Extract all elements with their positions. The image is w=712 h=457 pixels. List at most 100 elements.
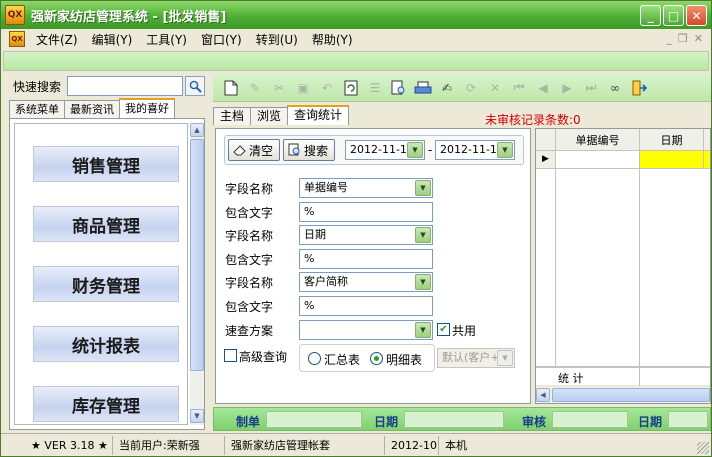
tab-master[interactable]: 主档	[213, 107, 252, 125]
clear-button[interactable]: 清空	[228, 139, 280, 161]
tile-product-management[interactable]: 商品管理	[33, 206, 179, 242]
tab-system-menu[interactable]: 系统菜单	[9, 100, 65, 118]
menu-edit[interactable]: 编辑(Y)	[85, 31, 140, 48]
scroll-left-icon[interactable]: ◀	[536, 388, 550, 402]
contains-text-input-1[interactable]: %	[299, 202, 433, 222]
status-location: 本机	[445, 438, 467, 452]
grid-hscrollbar[interactable]: ◀	[536, 387, 710, 403]
contains-text-input-2[interactable]: %	[299, 249, 433, 269]
grid-footer: 统 计	[536, 367, 710, 386]
chevron-down-icon[interactable]: ▼	[415, 322, 431, 338]
grid-body[interactable]	[536, 169, 710, 367]
cell-date-active[interactable]	[640, 151, 704, 169]
shared-checkbox[interactable]: ✔	[437, 323, 450, 336]
delete-icon[interactable]: ✕	[485, 78, 505, 98]
last-record-icon[interactable]: ⏭	[581, 78, 601, 98]
quick-search-button[interactable]	[185, 76, 205, 96]
date-from-picker[interactable]: 2012-11-12 ▼	[345, 140, 425, 160]
exit-icon[interactable]	[629, 78, 649, 98]
audit-date-label: 日期	[638, 415, 663, 429]
tile-inventory-management[interactable]: 库存管理	[33, 386, 179, 422]
menu-goto[interactable]: 转到(U)	[249, 31, 305, 48]
maximize-button[interactable]: □	[663, 5, 684, 26]
first-record-icon[interactable]: ⏮	[509, 78, 529, 98]
contains-text-label-3: 包含文字	[225, 300, 274, 314]
preview-icon[interactable]	[389, 78, 409, 98]
minimize-button[interactable]: _	[640, 5, 661, 26]
detail-radio[interactable]	[370, 352, 383, 365]
sync-icon[interactable]: ⟳	[461, 78, 481, 98]
cell-doc-no[interactable]	[556, 151, 640, 169]
menu-file[interactable]: 文件(Z)	[29, 31, 85, 48]
field-name-select-3[interactable]: 客户简称 ▼	[299, 272, 433, 292]
tile-scrollbar[interactable]: ▲ ▼	[190, 123, 204, 425]
close-button[interactable]: ✕	[686, 5, 707, 26]
scroll-up-icon[interactable]: ▲	[190, 123, 204, 137]
chevron-down-icon: ▼	[497, 350, 513, 366]
date-to-picker[interactable]: 2012-11-12 ▼	[435, 140, 515, 160]
summary-label: 汇总表	[324, 353, 361, 367]
status-version: ★ VER 3.18 ★	[1, 435, 113, 455]
cut-icon[interactable]: ✂	[269, 78, 289, 98]
audit-label: 审核	[522, 415, 547, 429]
tile-sales-management[interactable]: 销售管理	[33, 146, 179, 182]
tab-latest-news[interactable]: 最新资讯	[64, 100, 120, 118]
field-name-label-1: 字段名称	[225, 182, 274, 196]
new-document-icon[interactable]	[221, 78, 241, 98]
tab-browse[interactable]: 浏览	[250, 107, 289, 125]
mdi-minimize-icon[interactable]: _	[666, 32, 672, 45]
chevron-down-icon[interactable]: ▼	[415, 274, 431, 290]
save-icon[interactable]: ▣	[293, 78, 313, 98]
menu-app-icon[interactable]: QX	[9, 31, 25, 47]
resize-grip-icon[interactable]	[697, 442, 709, 454]
summary-radio[interactable]	[308, 352, 321, 365]
menu-tools[interactable]: 工具(Y)	[139, 31, 194, 48]
mdi-restore-icon[interactable]: ❐	[678, 32, 688, 45]
print-icon[interactable]	[413, 78, 433, 98]
search-button[interactable]: 搜索	[283, 139, 335, 161]
main-tabs: 主档 浏览 查询统计	[213, 105, 350, 125]
menu-help[interactable]: 帮助(Y)	[305, 31, 360, 48]
date-separator: -	[428, 143, 433, 157]
prev-record-icon[interactable]: ◀	[533, 78, 553, 98]
field-name-select-2[interactable]: 日期 ▼	[299, 225, 433, 245]
refresh-icon[interactable]	[341, 78, 361, 98]
undo-icon[interactable]: ↶	[317, 78, 337, 98]
audit-field	[552, 411, 628, 428]
quick-search-input[interactable]	[67, 76, 183, 96]
cell-more[interactable]	[704, 151, 710, 169]
binoculars-icon[interactable]: ∞	[605, 78, 625, 98]
scroll-thumb[interactable]	[190, 139, 204, 371]
edit-icon[interactable]: ✎	[245, 78, 265, 98]
minimize-icon: _	[647, 8, 654, 23]
unaudited-label: 未审核记录条数:	[485, 113, 574, 127]
advanced-query-checkbox[interactable]: ✔	[224, 349, 237, 362]
list-icon[interactable]: ☰	[365, 78, 385, 98]
chevron-down-icon[interactable]: ▼	[497, 142, 513, 158]
app-window: QX 强新家纺店管理系统 - [批发销售] _ □ ✕ QX 文件(Z) 编辑(…	[0, 0, 712, 457]
hscroll-thumb[interactable]	[552, 388, 710, 402]
quick-plan-select[interactable]: ▼	[299, 320, 433, 340]
menu-window[interactable]: 窗口(Y)	[194, 31, 249, 48]
mdi-close-icon[interactable]: ✕	[694, 32, 703, 45]
chevron-down-icon[interactable]: ▼	[415, 227, 431, 243]
field-name-select-1[interactable]: 单据编号 ▼	[299, 178, 433, 198]
make-date-label: 日期	[374, 415, 399, 429]
unaudited-records: 未审核记录条数:0	[485, 111, 581, 128]
tile-finance-management[interactable]: 财务管理	[33, 266, 179, 302]
tab-query-stats[interactable]: 查询统计	[287, 105, 350, 125]
chevron-down-icon[interactable]: ▼	[407, 142, 423, 158]
tab-favorites[interactable]: 我的喜好	[119, 98, 175, 118]
close-icon: ✕	[691, 8, 702, 23]
document-footer-bar: 制单 日期 审核 日期	[213, 407, 711, 431]
approve-icon[interactable]: ✍	[437, 78, 457, 98]
column-header-date[interactable]: 日期	[640, 129, 704, 151]
next-record-icon[interactable]: ▶	[557, 78, 577, 98]
column-header-doc-no[interactable]: 单据编号	[556, 129, 640, 151]
grid-corner	[536, 129, 556, 151]
chevron-down-icon[interactable]: ▼	[415, 180, 431, 196]
eraser-icon	[233, 145, 246, 156]
contains-text-input-3[interactable]: %	[299, 296, 433, 316]
scroll-down-icon[interactable]: ▼	[190, 409, 204, 423]
tile-statistics-reports[interactable]: 统计报表	[33, 326, 179, 362]
